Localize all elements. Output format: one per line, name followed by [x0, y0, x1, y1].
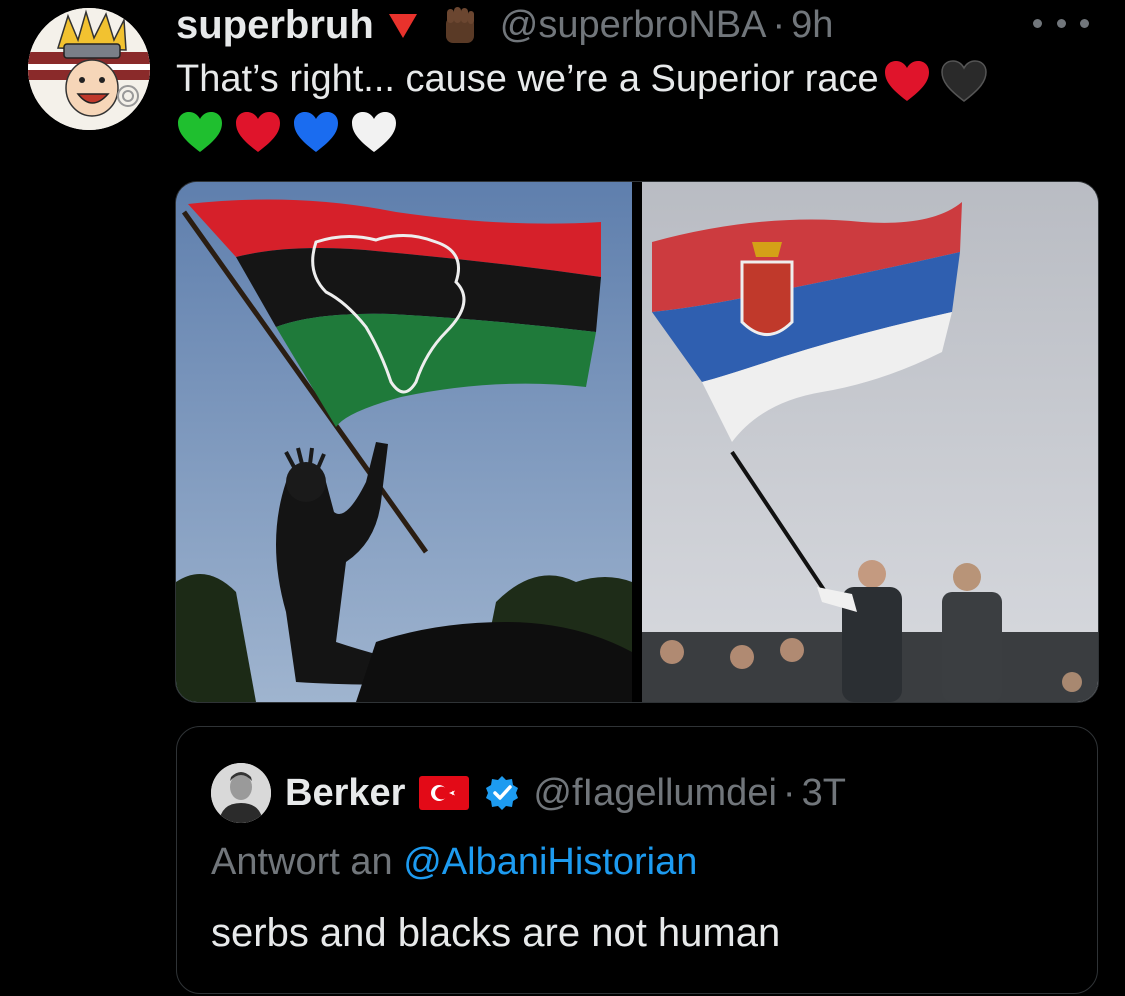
quoted-author-avatar[interactable]	[211, 763, 271, 823]
author-display-name[interactable]: superbruh	[176, 3, 374, 48]
tweet-media[interactable]	[175, 181, 1099, 703]
serbian-flag-photo[interactable]	[642, 182, 1098, 702]
blue-heart-icon	[292, 110, 340, 154]
tweet-text-content: That’s right... cause we’re a Superior r…	[176, 58, 879, 100]
quoted-header: Berker @fIagellumdei · 3T	[285, 765, 846, 821]
author-avatar[interactable]	[28, 8, 150, 130]
tweet[interactable]: superbruh @superbroNBA · 9h That’s right…	[0, 0, 1125, 996]
green-heart-icon	[176, 110, 224, 154]
quoted-author-display-name[interactable]: Berker	[285, 772, 405, 815]
separator-dot: ·	[782, 771, 796, 814]
reply-context: Antwort an @AlbaniHistorian	[211, 841, 697, 884]
tweet-time[interactable]: 9h	[791, 4, 833, 47]
quoted-tweet[interactable]: Berker @fIagellumdei · 3T Antwort an @Al…	[176, 726, 1098, 994]
red-heart-icon	[883, 59, 931, 103]
tweet-emoji-line	[176, 104, 408, 160]
quoted-time[interactable]: 3T	[802, 772, 846, 815]
reply-prefix: Antwort an	[211, 841, 393, 883]
red-triangle-icon	[386, 8, 420, 42]
white-heart-icon	[350, 110, 398, 154]
verified-badge-icon[interactable]	[483, 774, 521, 812]
red-heart-icon	[234, 110, 282, 154]
pan-african-flag-photo[interactable]	[176, 182, 632, 702]
black-heart-icon	[940, 59, 988, 103]
media-divider	[632, 182, 642, 702]
tweet-header: superbruh @superbroNBA · 9h	[176, 0, 833, 50]
separator-dot: ·	[772, 3, 786, 46]
turkey-flag-icon	[419, 776, 470, 810]
quoted-tweet-text: serbs and blacks are not human	[211, 911, 781, 955]
tweet-text: That’s right... cause we’re a Superior r…	[176, 52, 1096, 106]
more-icon[interactable]	[1033, 8, 1089, 38]
reply-mention-link[interactable]: @AlbaniHistorian	[403, 841, 697, 883]
quoted-author-handle[interactable]: @fIagellumdei	[533, 772, 776, 815]
author-handle[interactable]: @superbroNBA	[500, 4, 767, 47]
raised-fist-icon	[438, 3, 482, 47]
